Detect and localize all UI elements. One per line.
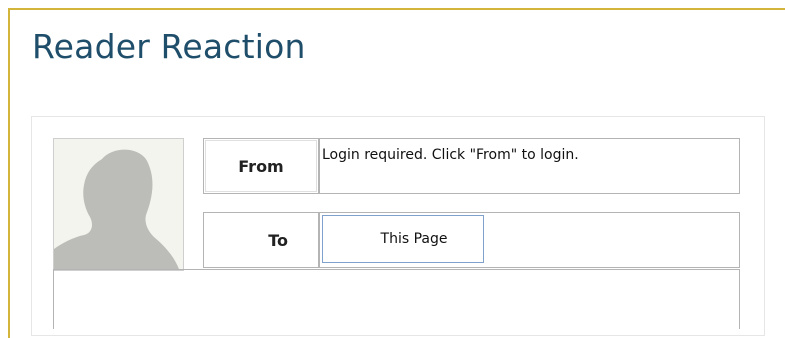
avatar [53,138,184,271]
user-silhouette-icon [54,139,183,270]
login-required-message: Login required. Click "From" to login. [322,147,579,163]
to-label-cell: To [203,212,319,268]
to-field[interactable]: This Page [322,215,484,263]
comment-area[interactable] [53,269,740,329]
from-value-cell: Login required. Click "From" to login. [319,138,740,194]
to-value: This Page [380,231,448,247]
from-inner-border [205,140,317,192]
widget-title: Reader Reaction [32,27,306,66]
to-label: To [268,230,288,250]
